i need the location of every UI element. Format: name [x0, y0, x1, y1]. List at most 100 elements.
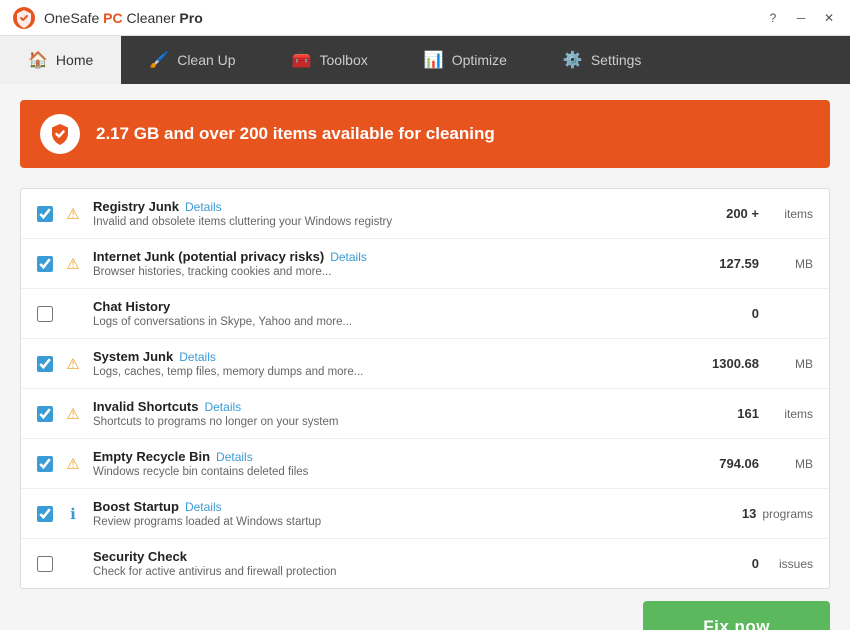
- item-info-chat: Chat History Logs of conversations in Sk…: [93, 299, 689, 328]
- app-logo-icon: [12, 6, 36, 30]
- nav-item-cleanup[interactable]: 🖌️ Clean Up: [121, 36, 263, 84]
- item-title-security: Security Check: [93, 549, 187, 564]
- nav-bar: 🏠 Home 🖌️ Clean Up 🧰 Toolbox 📊 Optimize …: [0, 36, 850, 84]
- details-link-system[interactable]: Details: [179, 350, 216, 364]
- main-content: 2.17 GB and over 200 items available for…: [0, 84, 850, 630]
- item-desc-startup: Review programs loaded at Windows startu…: [93, 516, 686, 528]
- item-value-startup: 13 programs: [696, 506, 813, 521]
- item-desc-system: Logs, caches, temp files, memory dumps a…: [93, 366, 689, 378]
- checkbox-chat[interactable]: [37, 306, 53, 322]
- details-link-startup[interactable]: Details: [185, 500, 222, 514]
- details-link-registry[interactable]: Details: [185, 200, 222, 214]
- item-title-shortcuts: Invalid Shortcuts: [93, 399, 198, 414]
- item-number-shortcuts: 161: [699, 406, 759, 421]
- item-title-system: System Junk: [93, 349, 173, 364]
- details-link-recycle[interactable]: Details: [216, 450, 253, 464]
- nav-label-home: Home: [56, 52, 93, 68]
- item-info-shortcuts: Invalid Shortcuts Details Shortcuts to p…: [93, 399, 689, 428]
- warning-icon-registry: ⚠: [63, 204, 83, 224]
- item-number-registry: 200 +: [699, 206, 759, 221]
- warning-icon-recycle: ⚠: [63, 454, 83, 474]
- checkbox-security[interactable]: [37, 556, 53, 572]
- checkbox-startup[interactable]: [37, 506, 53, 522]
- nav-item-toolbox[interactable]: 🧰 Toolbox: [264, 36, 396, 84]
- item-unit-registry: items: [765, 207, 813, 221]
- item-value-internet: 127.59 MB: [699, 256, 813, 271]
- list-item-internet: ⚠ Internet Junk (potential privacy risks…: [21, 239, 829, 289]
- shield-icon: [48, 122, 72, 146]
- cleanup-icon: 🖌️: [149, 50, 169, 70]
- item-title-internet: Internet Junk (potential privacy risks): [93, 249, 324, 264]
- placeholder-icon-chat: ⚠: [63, 304, 83, 324]
- checkbox-recycle[interactable]: [37, 456, 53, 472]
- item-desc-recycle: Windows recycle bin contains deleted fil…: [93, 466, 689, 478]
- checkbox-system[interactable]: [37, 356, 53, 372]
- nav-item-optimize[interactable]: 📊 Optimize: [396, 36, 535, 84]
- item-info-recycle: Empty Recycle Bin Details Windows recycl…: [93, 449, 689, 478]
- item-desc-internet: Browser histories, tracking cookies and …: [93, 266, 689, 278]
- nav-item-settings[interactable]: ⚙️ Settings: [535, 36, 670, 84]
- item-value-shortcuts: 161 items: [699, 406, 813, 421]
- item-info-security: Security Check Check for active antiviru…: [93, 549, 689, 578]
- fix-now-button[interactable]: Fix now: [643, 601, 830, 630]
- settings-icon: ⚙️: [563, 50, 583, 70]
- item-desc-shortcuts: Shortcuts to programs no longer on your …: [93, 416, 689, 428]
- item-value-chat: 0: [699, 306, 813, 321]
- item-info-startup: Boost Startup Details Review programs lo…: [93, 499, 686, 528]
- app-title: OneSafe PC Cleaner Pro: [44, 10, 203, 26]
- scan-items-list: ⚠ Registry Junk Details Invalid and obso…: [20, 188, 830, 589]
- details-link-internet[interactable]: Details: [330, 250, 367, 264]
- details-link-shortcuts[interactable]: Details: [204, 400, 241, 414]
- warning-icon-shortcuts: ⚠: [63, 404, 83, 424]
- item-info-system: System Junk Details Logs, caches, temp f…: [93, 349, 689, 378]
- item-unit-recycle: MB: [765, 457, 813, 471]
- title-bar-left: OneSafe PC Cleaner Pro: [12, 6, 203, 30]
- item-unit-security: issues: [765, 557, 813, 571]
- item-number-chat: 0: [699, 306, 759, 321]
- item-number-security: 0: [699, 556, 759, 571]
- shield-icon-container: [40, 114, 80, 154]
- list-item-chat: ⚠ Chat History Logs of conversations in …: [21, 289, 829, 339]
- nav-label-settings: Settings: [591, 52, 642, 68]
- list-item-recycle: ⚠ Empty Recycle Bin Details Windows recy…: [21, 439, 829, 489]
- item-info-internet: Internet Junk (potential privacy risks) …: [93, 249, 689, 278]
- nav-label-optimize: Optimize: [452, 52, 507, 68]
- item-title-registry: Registry Junk: [93, 199, 179, 214]
- item-number-startup: 13: [696, 506, 756, 521]
- item-title-chat: Chat History: [93, 299, 170, 314]
- nav-item-home[interactable]: 🏠 Home: [0, 36, 121, 84]
- alert-banner: 2.17 GB and over 200 items available for…: [20, 100, 830, 168]
- nav-label-toolbox: Toolbox: [320, 52, 368, 68]
- item-unit-system: MB: [765, 357, 813, 371]
- list-item-shortcuts: ⚠ Invalid Shortcuts Details Shortcuts to…: [21, 389, 829, 439]
- item-unit-internet: MB: [765, 257, 813, 271]
- item-number-recycle: 794.06: [699, 456, 759, 471]
- warning-icon-internet: ⚠: [63, 254, 83, 274]
- minimize-button[interactable]: ─: [788, 7, 814, 29]
- placeholder-icon-security: ⚠: [63, 554, 83, 574]
- item-value-recycle: 794.06 MB: [699, 456, 813, 471]
- optimize-icon: 📊: [424, 50, 444, 70]
- item-info-registry: Registry Junk Details Invalid and obsole…: [93, 199, 689, 228]
- item-value-security: 0 issues: [699, 556, 813, 571]
- item-unit-startup: programs: [762, 507, 813, 521]
- item-number-internet: 127.59: [699, 256, 759, 271]
- home-icon: 🏠: [28, 50, 48, 70]
- list-item-startup: ℹ Boost Startup Details Review programs …: [21, 489, 829, 539]
- checkbox-internet[interactable]: [37, 256, 53, 272]
- help-button[interactable]: ?: [760, 7, 786, 29]
- list-item-registry: ⚠ Registry Junk Details Invalid and obso…: [21, 189, 829, 239]
- item-value-system: 1300.68 MB: [699, 356, 813, 371]
- item-number-system: 1300.68: [699, 356, 759, 371]
- checkbox-registry[interactable]: [37, 206, 53, 222]
- toolbox-icon: 🧰: [292, 50, 312, 70]
- item-desc-chat: Logs of conversations in Skype, Yahoo an…: [93, 316, 689, 328]
- checkbox-shortcuts[interactable]: [37, 406, 53, 422]
- item-title-startup: Boost Startup: [93, 499, 179, 514]
- item-title-recycle: Empty Recycle Bin: [93, 449, 210, 464]
- alert-text: 2.17 GB and over 200 items available for…: [96, 124, 495, 144]
- close-button[interactable]: ✕: [816, 7, 842, 29]
- item-unit-shortcuts: items: [765, 407, 813, 421]
- warning-icon-system: ⚠: [63, 354, 83, 374]
- item-desc-registry: Invalid and obsolete items cluttering yo…: [93, 216, 689, 228]
